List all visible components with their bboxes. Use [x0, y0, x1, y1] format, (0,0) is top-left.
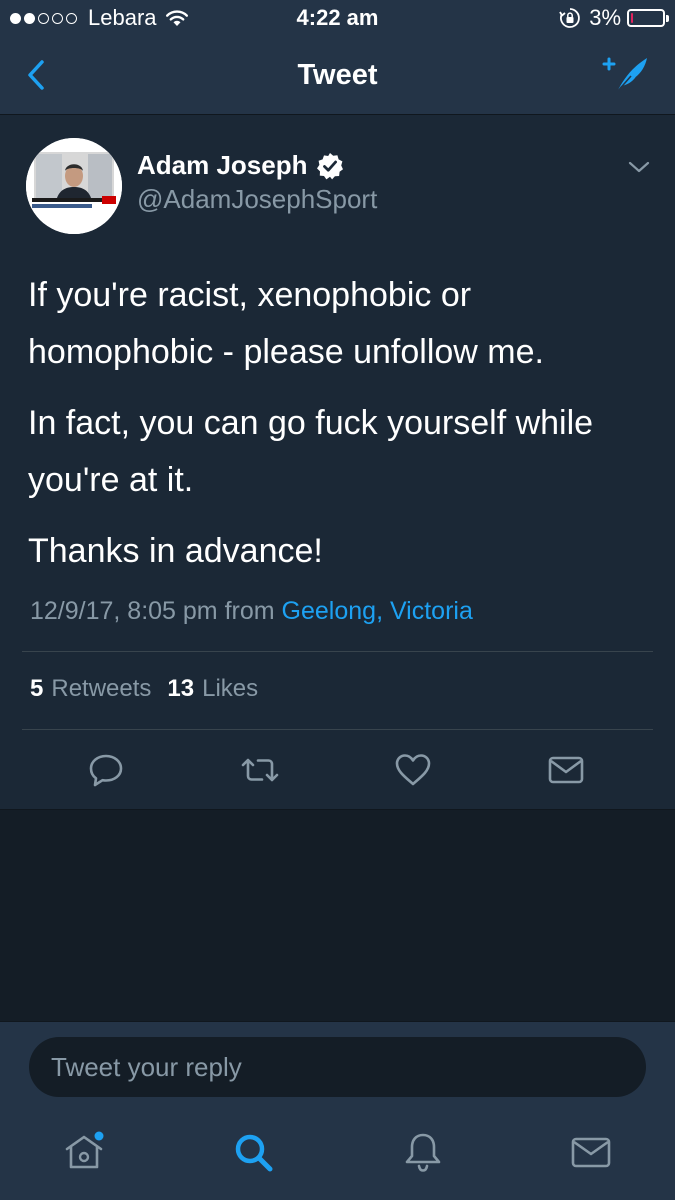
tweet-paragraph: In fact, you can go fuck yourself while …	[28, 404, 594, 499]
tweet-location-link[interactable]: Geelong, Victoria	[282, 597, 473, 625]
navigation-bar: Tweet	[0, 36, 675, 115]
page-title: Tweet	[297, 58, 378, 91]
retweets-label: Retweets	[51, 675, 152, 702]
notification-dot	[94, 1131, 104, 1141]
status-bar: Lebara 4:22 am 3%	[0, 0, 675, 36]
home-icon[interactable]	[61, 1129, 107, 1175]
battery-level-fill	[631, 13, 633, 23]
battery-icon	[627, 9, 669, 27]
avatar[interactable]	[26, 138, 122, 234]
tweet-paragraph: Thanks in advance!	[28, 532, 323, 570]
divider	[22, 729, 653, 730]
author-name-text: Adam Joseph	[137, 150, 308, 180]
tweet-detail-screen: Lebara 4:22 am 3% Tweet Adam Joseph @Ada…	[0, 0, 675, 1200]
retweets-stat[interactable]: 5 Retweets	[30, 675, 151, 703]
tweet-metadata: 12/9/17, 8:05 pm from Geelong, Victoria	[30, 597, 473, 626]
verified-badge-icon	[316, 152, 343, 179]
compose-tweet-icon[interactable]	[601, 54, 651, 96]
mail-icon[interactable]	[568, 1129, 614, 1175]
author-handle[interactable]: @AdamJosephSport	[137, 184, 377, 215]
likes-count: 13	[167, 675, 195, 702]
search-icon[interactable]	[230, 1129, 276, 1175]
reply-icon[interactable]	[86, 750, 126, 790]
retweet-icon[interactable]	[240, 750, 280, 790]
direct-message-icon[interactable]	[546, 750, 586, 790]
author-name[interactable]: Adam Joseph	[137, 150, 344, 181]
reply-bar	[0, 1021, 675, 1114]
engagement-stats: 5 Retweets 13 Likes	[30, 675, 274, 703]
battery-percent: 3%	[589, 5, 621, 30]
bell-icon[interactable]	[400, 1129, 446, 1175]
tweet-actions	[0, 750, 675, 790]
bottom-tab-bar	[0, 1113, 675, 1200]
tweet-timestamp: 12/9/17, 8:05 pm	[30, 597, 218, 625]
orientation-lock-icon	[559, 8, 581, 28]
status-right: 3%	[559, 0, 669, 36]
chevron-down-icon[interactable]	[627, 159, 651, 175]
likes-stat[interactable]: 13 Likes	[167, 675, 258, 703]
divider	[22, 651, 653, 652]
likes-label: Likes	[202, 675, 259, 702]
tweet-card: Adam Joseph @AdamJosephSport If you're r…	[0, 115, 675, 810]
tweet-paragraph: If you're racist, xenophobic or homophob…	[28, 276, 544, 371]
reply-input[interactable]	[29, 1037, 646, 1097]
like-heart-icon[interactable]	[393, 750, 433, 790]
tweet-text: If you're racist, xenophobic or homophob…	[28, 267, 648, 594]
retweets-count: 5	[30, 675, 44, 702]
from-label: from	[224, 597, 275, 625]
